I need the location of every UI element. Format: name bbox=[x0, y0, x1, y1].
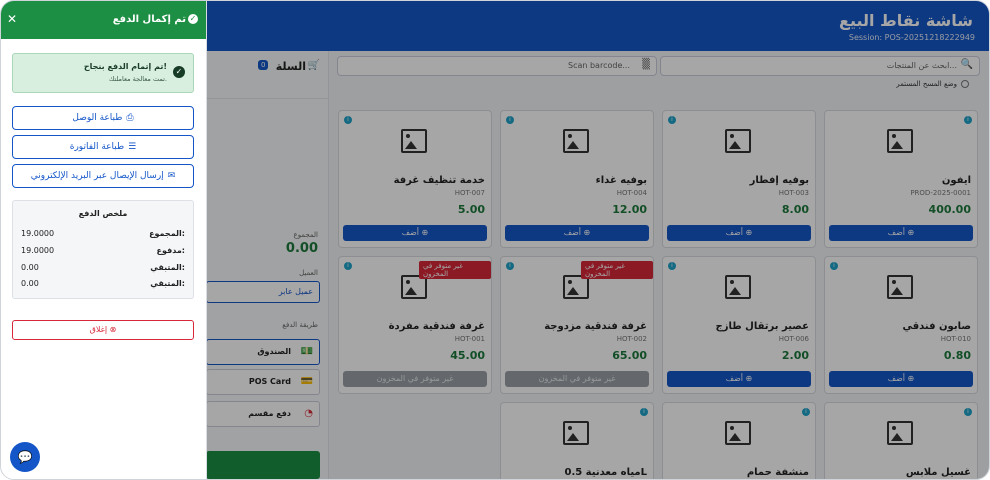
print-invoice-label: طباعة الفاتورة bbox=[69, 142, 125, 152]
summary-label: مدفوع: bbox=[156, 246, 186, 255]
email-receipt-button[interactable]: إرسال الإيصال عبر البريد الإلكتروني ✉ bbox=[12, 164, 194, 188]
print-receipt-label: طباعة الوصل bbox=[72, 113, 123, 123]
payment-complete-drawer: ✕ تم إكمال الدفع ✓ ✓ تم إتمام الدفع بنجا… bbox=[1, 1, 207, 479]
email-receipt-label: إرسال الإيصال عبر البريد الإلكتروني bbox=[30, 171, 164, 181]
drawer-title: تم إكمال الدفع bbox=[112, 14, 186, 25]
check-circle-icon: ✓ bbox=[188, 14, 198, 24]
summary-row: مدفوع: 19.0000 bbox=[21, 246, 185, 258]
check-circle-icon: ✓ bbox=[173, 66, 185, 78]
print-invoice-button[interactable]: طباعة الفاتورة ☰ bbox=[12, 135, 194, 159]
summary-value: 19.0000 bbox=[21, 229, 55, 238]
summary-label: المتبقي: bbox=[150, 279, 185, 288]
summary-value: 19.0000 bbox=[21, 246, 55, 255]
modal-backdrop[interactable] bbox=[206, 1, 989, 479]
success-alert: ✓ تم إتمام الدفع بنجاح! تمت معالجة معامل… bbox=[12, 53, 194, 93]
summary-row: المتبقي: 0.00 bbox=[21, 279, 185, 291]
envelope-icon: ✉ bbox=[167, 171, 176, 181]
app-window: شاشة نقاط البيع Session: POS-20251218222… bbox=[0, 0, 990, 480]
close-button[interactable]: إغلاق ⊗ bbox=[12, 320, 194, 340]
chat-icon: 💬 bbox=[17, 450, 33, 464]
summary-title: ملخص الدفع bbox=[78, 209, 128, 218]
printer-icon: ⎙ bbox=[126, 113, 134, 123]
close-icon[interactable]: ✕ bbox=[7, 12, 17, 26]
summary-row: المجموع: 19.0000 bbox=[21, 229, 185, 241]
summary-value: 0.00 bbox=[21, 279, 39, 288]
summary-value: 0.00 bbox=[21, 263, 39, 272]
payment-summary: ملخص الدفع المجموع: 19.0000 مدفوع: 19.00… bbox=[12, 200, 194, 299]
summary-row: المتبقي: 0.00 bbox=[21, 263, 185, 275]
drawer-header: ✕ تم إكمال الدفع ✓ bbox=[1, 1, 206, 39]
print-receipt-button[interactable]: طباعة الوصل ⎙ bbox=[12, 106, 194, 130]
success-subtitle: تمت معالجة معاملتك. bbox=[108, 75, 167, 83]
invoice-icon: ☰ bbox=[128, 142, 137, 152]
success-title: تم إتمام الدفع بنجاح! bbox=[83, 62, 167, 71]
summary-label: المجموع: bbox=[149, 229, 185, 238]
close-circle-icon: ⊗ bbox=[109, 325, 117, 334]
summary-label: المتبقي: bbox=[150, 263, 185, 272]
close-label: إغلاق bbox=[89, 325, 108, 334]
chat-bubble-button[interactable]: 💬 bbox=[10, 442, 40, 472]
